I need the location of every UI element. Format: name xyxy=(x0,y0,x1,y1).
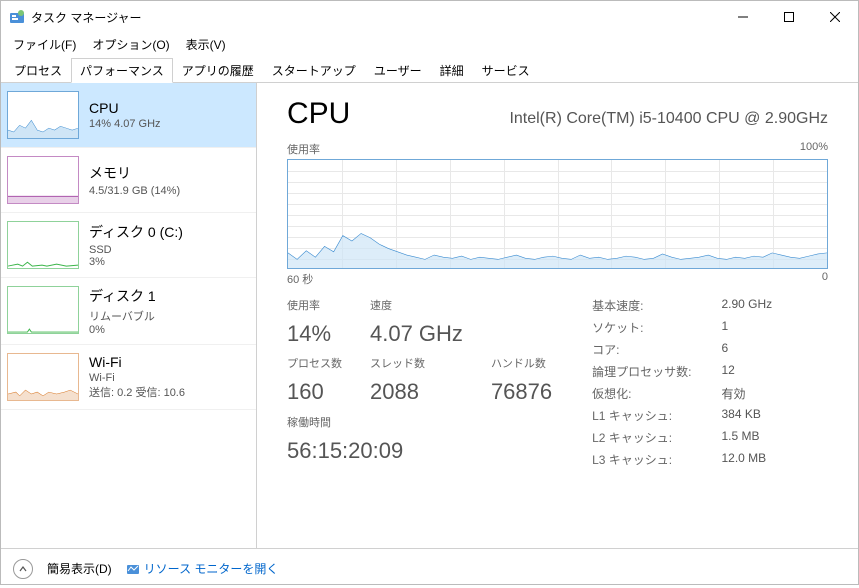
close-button[interactable] xyxy=(812,1,858,33)
l3-label: L3 キャッシュ: xyxy=(592,451,691,468)
l2-label: L2 キャッシュ: xyxy=(592,429,691,446)
fewer-details-chevron-icon[interactable] xyxy=(13,559,33,579)
disk-thumb-icon xyxy=(7,286,79,334)
resource-monitor-icon xyxy=(126,562,140,576)
tab-app-history[interactable]: アプリの履歴 xyxy=(173,58,263,83)
sidebar-item-memory[interactable]: メモリ 4.5/31.9 GB (14%) xyxy=(1,148,256,213)
resource-monitor-label: リソース モニターを開く xyxy=(144,560,279,577)
tab-processes[interactable]: プロセス xyxy=(5,58,71,83)
base-speed-value: 2.90 GHz xyxy=(721,297,772,314)
sockets-value: 1 xyxy=(721,319,772,336)
cores-label: コア: xyxy=(592,341,691,358)
cpu-thumb-icon xyxy=(7,91,79,139)
maximize-button[interactable] xyxy=(766,1,812,33)
chart-label-usage: 使用率 xyxy=(287,141,320,157)
virt-label: 仮想化: xyxy=(592,385,691,402)
detail-title: CPU xyxy=(287,97,350,131)
uptime-value: 56:15:20:09 xyxy=(287,438,552,468)
tabs: プロセス パフォーマンス アプリの履歴 スタートアップ ユーザー 詳細 サービス xyxy=(1,55,858,83)
handles-value: 76876 xyxy=(491,379,552,409)
sidebar-item-sub: Wi-Fi xyxy=(89,372,185,384)
memory-thumb-icon xyxy=(7,156,79,204)
sidebar-item-label: Wi-Fi xyxy=(89,354,185,370)
minimize-button[interactable] xyxy=(720,1,766,33)
tab-startup[interactable]: スタートアップ xyxy=(263,58,365,83)
logical-label: 論理プロセッサ数: xyxy=(592,363,691,380)
processes-label: プロセス数 xyxy=(287,355,342,375)
chart-label-100: 100% xyxy=(800,141,828,157)
tab-details[interactable]: 詳細 xyxy=(431,58,473,83)
footer: 簡易表示(D) リソース モニターを開く xyxy=(1,548,858,588)
uptime-label: 稼働時間 xyxy=(287,414,552,434)
processes-value: 160 xyxy=(287,379,342,409)
sidebar-item-sub: リムーバブル xyxy=(89,308,156,324)
sidebar[interactable]: CPU 14% 4.07 GHz メモリ 4.5/31.9 GB (14%) デ… xyxy=(1,83,257,548)
sidebar-item-sub: 4.5/31.9 GB (14%) xyxy=(89,185,180,197)
titlebar: タスク マネージャー xyxy=(1,1,858,33)
menu-options[interactable]: オプション(O) xyxy=(84,34,177,55)
sidebar-item-sub: SSD xyxy=(89,244,183,256)
sidebar-item-wifi[interactable]: Wi-Fi Wi-Fi 送信: 0.2 受信: 10.6 xyxy=(1,345,256,410)
tab-users[interactable]: ユーザー xyxy=(365,58,431,83)
disk-thumb-icon xyxy=(7,221,79,269)
sidebar-item-disk0[interactable]: ディスク 0 (C:) SSD 3% xyxy=(1,213,256,278)
sidebar-item-sub2: 3% xyxy=(89,256,183,268)
usage-value: 14% xyxy=(287,321,342,351)
l1-label: L1 キャッシュ: xyxy=(592,407,691,424)
handles-label: ハンドル数 xyxy=(491,355,552,375)
base-speed-label: 基本速度: xyxy=(592,297,691,314)
l2-value: 1.5 MB xyxy=(721,429,772,446)
chart-label-0: 0 xyxy=(822,271,828,287)
chart-label-60s: 60 秒 xyxy=(287,271,313,287)
sidebar-item-label: ディスク 0 (C:) xyxy=(89,222,183,242)
resource-monitor-link[interactable]: リソース モニターを開く xyxy=(126,560,279,577)
virt-value: 有効 xyxy=(721,385,772,402)
l1-value: 384 KB xyxy=(721,407,772,424)
sockets-label: ソケット: xyxy=(592,319,691,336)
tab-performance[interactable]: パフォーマンス xyxy=(71,58,173,83)
sidebar-item-disk1[interactable]: ディスク 1 リムーバブル 0% xyxy=(1,278,256,345)
cores-value: 6 xyxy=(721,341,772,358)
cpu-usage-chart[interactable] xyxy=(287,159,828,269)
sidebar-item-sub2: 0% xyxy=(89,324,156,336)
speed-value: 4.07 GHz xyxy=(370,321,463,351)
tab-services[interactable]: サービス xyxy=(473,58,539,83)
menu-view[interactable]: 表示(V) xyxy=(178,34,234,55)
wifi-thumb-icon xyxy=(7,353,79,401)
sidebar-item-cpu[interactable]: CPU 14% 4.07 GHz xyxy=(1,83,256,148)
sidebar-item-sub: 14% 4.07 GHz xyxy=(89,118,161,130)
threads-label: スレッド数 xyxy=(370,355,463,375)
menubar: ファイル(F) オプション(O) 表示(V) xyxy=(1,33,858,55)
fewer-details-button[interactable]: 簡易表示(D) xyxy=(47,560,112,577)
cpu-model: Intel(R) Core(TM) i5-10400 CPU @ 2.90GHz xyxy=(370,110,828,128)
window-title: タスク マネージャー xyxy=(31,9,142,26)
sidebar-item-label: CPU xyxy=(89,100,161,116)
usage-label: 使用率 xyxy=(287,297,342,317)
menu-file[interactable]: ファイル(F) xyxy=(5,34,84,55)
detail-pane: CPU Intel(R) Core(TM) i5-10400 CPU @ 2.9… xyxy=(257,83,858,548)
sidebar-item-label: ディスク 1 xyxy=(89,286,156,306)
sidebar-item-sub2: 送信: 0.2 受信: 10.6 xyxy=(89,384,185,400)
l3-value: 12.0 MB xyxy=(721,451,772,468)
app-icon xyxy=(9,9,25,25)
sidebar-item-label: メモリ xyxy=(89,163,180,183)
threads-value: 2088 xyxy=(370,379,463,409)
speed-label: 速度 xyxy=(370,297,463,317)
logical-value: 12 xyxy=(721,363,772,380)
